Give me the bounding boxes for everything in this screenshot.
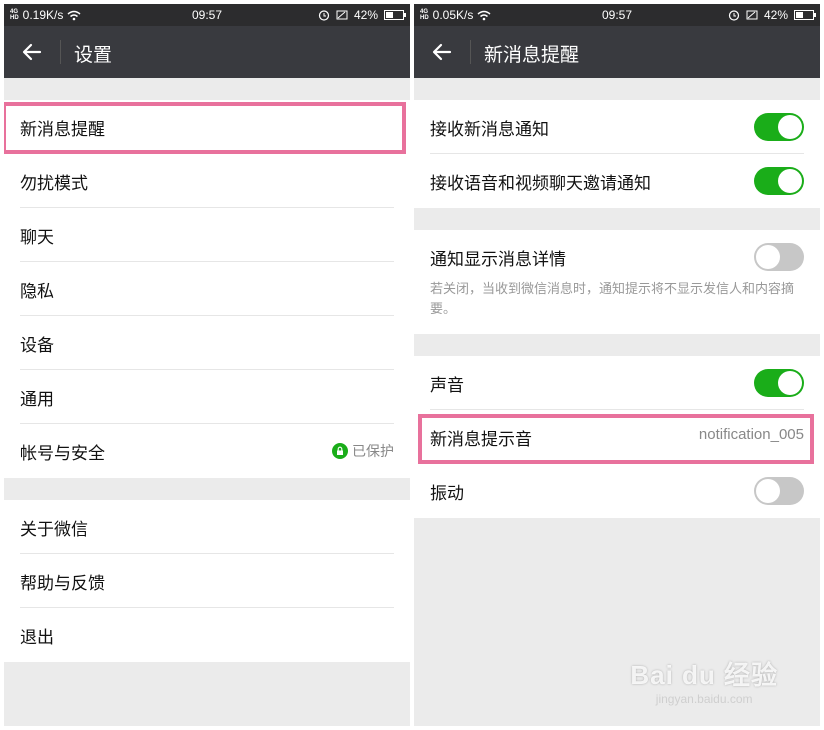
battery-text: 42% — [353, 8, 378, 22]
item-label: 声音 — [430, 376, 464, 396]
notify-group-details: 通知显示消息详情 若关闭，当收到微信消息时，通知提示将不显示发信人和内容摘要。 — [414, 230, 820, 334]
page-title: 新消息提醒 — [484, 44, 580, 66]
item-label: 通知显示消息详情 — [430, 250, 566, 270]
setting-vibrate: 振动 — [414, 464, 820, 518]
battery-icon — [384, 10, 406, 20]
title-bar: 新消息提醒 — [414, 26, 820, 78]
back-arrow-icon[interactable] — [430, 40, 454, 64]
battery-text: 42% — [763, 8, 788, 22]
protected-status: 已保护 — [332, 441, 394, 461]
item-label: 隐私 — [20, 282, 54, 302]
settings-item-logout[interactable]: 退出 — [4, 608, 410, 662]
setting-receive-call-invites: 接收语音和视频聊天邀请通知 — [414, 154, 820, 208]
highlight-box — [418, 414, 814, 464]
settings-screen: 4G HD 0.19K/s 09:57 42% 设置 新消息提醒 勿扰模式 聊天 … — [4, 4, 410, 726]
settings-group-misc: 关于微信 帮助与反馈 退出 — [4, 500, 410, 662]
item-label: 设备 — [20, 336, 54, 356]
item-label: 振动 — [430, 484, 464, 504]
show-details-toggle[interactable] — [754, 243, 804, 271]
settings-item-chat[interactable]: 聊天 — [4, 208, 410, 262]
lock-icon — [332, 443, 348, 459]
show-details-note: 若关闭，当收到微信消息时，通知提示将不显示发信人和内容摘要。 — [430, 282, 795, 317]
cast-icon — [336, 10, 348, 20]
setting-receive-messages: 接收新消息通知 — [414, 100, 820, 154]
receive-call-invites-toggle[interactable] — [754, 167, 804, 195]
notify-group-receive: 接收新消息通知 接收语音和视频聊天邀请通知 — [414, 100, 820, 208]
settings-item-privacy[interactable]: 隐私 — [4, 262, 410, 316]
settings-item-help[interactable]: 帮助与反馈 — [4, 554, 410, 608]
title-divider — [470, 40, 471, 64]
watermark-main: Bai du 经验 — [630, 660, 778, 690]
settings-item-general[interactable]: 通用 — [4, 370, 410, 424]
notification-settings-screen: 4G HD 0.05K/s 09:57 42% 新消息提醒 接收新消息通知 接收语… — [414, 4, 820, 726]
baidu-watermark: Bai du 经验 jingyan.baidu.com — [630, 655, 778, 706]
title-bar: 设置 — [4, 26, 410, 78]
item-label: 通用 — [20, 390, 54, 410]
item-label: 接收语音和视频聊天邀请通知 — [430, 174, 651, 194]
item-label: 关于微信 — [20, 520, 88, 540]
settings-item-account-security[interactable]: 帐号与安全 已保护 — [4, 424, 410, 478]
back-arrow-icon[interactable] — [20, 40, 44, 64]
cast-icon — [746, 10, 758, 20]
highlight-box — [4, 102, 406, 154]
receive-messages-toggle[interactable] — [754, 113, 804, 141]
status-bar: 4G HD 0.05K/s 09:57 42% — [414, 4, 820, 26]
page-title: 设置 — [74, 44, 113, 66]
settings-item-devices[interactable]: 设备 — [4, 316, 410, 370]
protected-text: 已保护 — [352, 444, 394, 460]
status-bar: 4G HD 0.19K/s 09:57 42% — [4, 4, 410, 26]
settings-group-main: 新消息提醒 勿扰模式 聊天 隐私 设备 通用 帐号与安全 已保护 — [4, 100, 410, 478]
settings-item-about[interactable]: 关于微信 — [4, 500, 410, 554]
settings-item-dnd[interactable]: 勿扰模式 — [4, 154, 410, 208]
watermark-sub: jingyan.baidu.com — [655, 692, 753, 706]
item-label: 聊天 — [20, 228, 54, 248]
item-label: 帮助与反馈 — [20, 574, 105, 594]
alarm-icon — [728, 10, 740, 21]
item-label: 接收新消息通知 — [430, 120, 549, 140]
title-divider — [60, 40, 61, 64]
battery-icon — [794, 10, 816, 20]
item-label: 勿扰模式 — [20, 174, 88, 194]
item-label: 帐号与安全 — [20, 444, 105, 464]
sound-toggle[interactable] — [754, 369, 804, 397]
setting-sound: 声音 — [414, 356, 820, 410]
alarm-icon — [318, 10, 330, 21]
vibrate-toggle[interactable] — [754, 477, 804, 505]
setting-show-details: 通知显示消息详情 — [414, 230, 820, 284]
item-label: 退出 — [20, 628, 54, 648]
